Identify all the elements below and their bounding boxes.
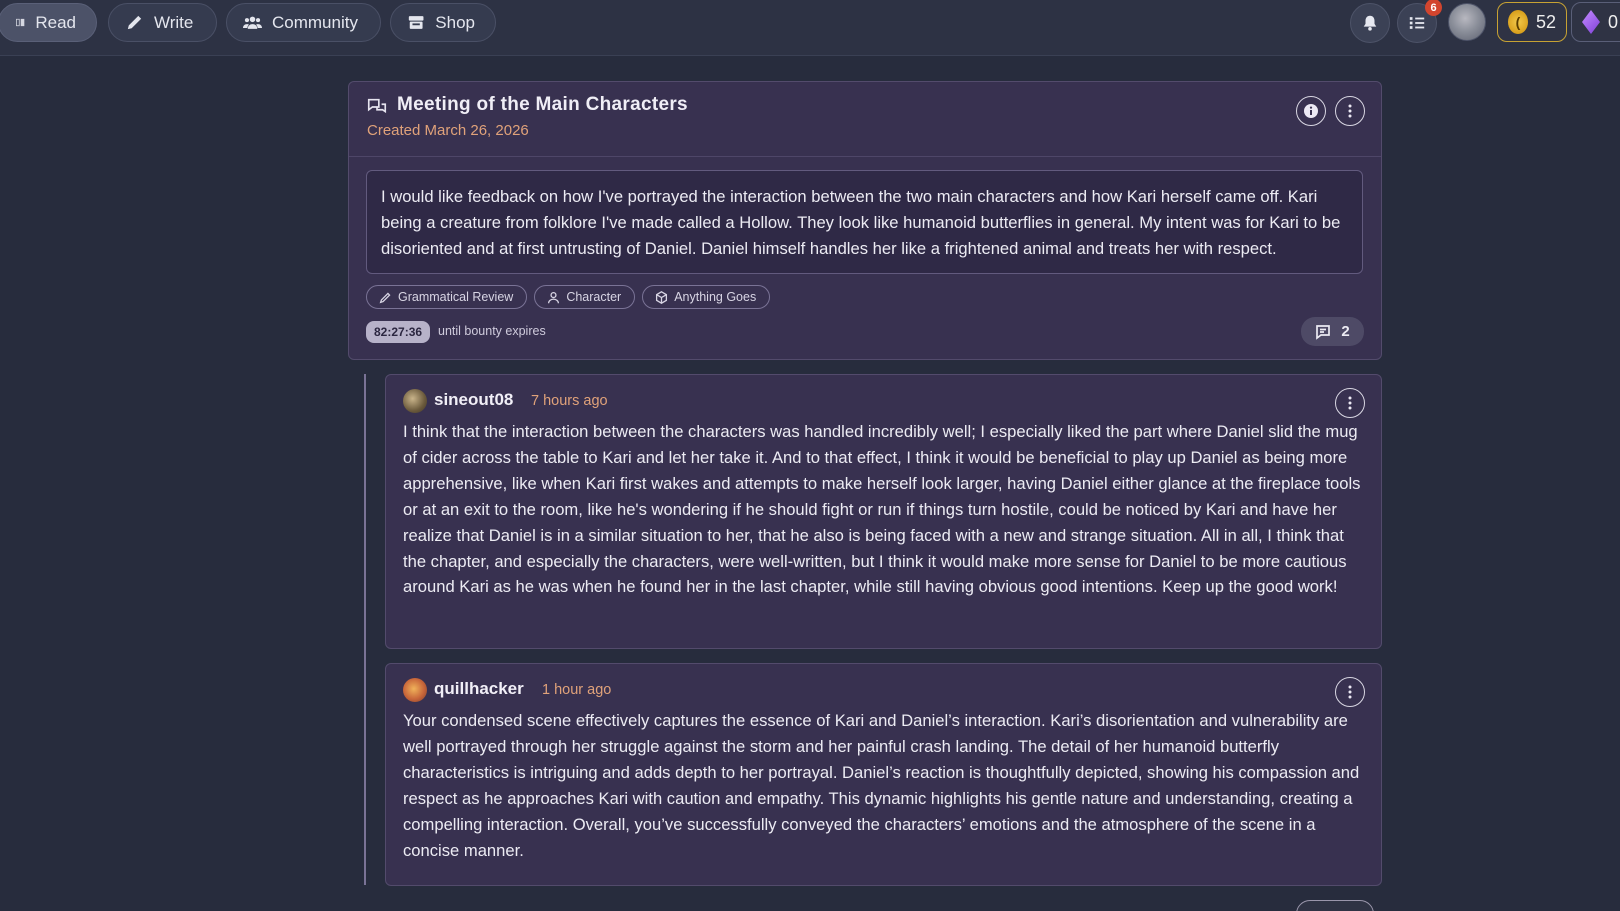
comment-time: 1 hour ago [542,682,612,698]
nav-shop-button[interactable]: Shop [390,3,496,42]
user-avatar[interactable] [1448,3,1486,41]
pencil-icon [127,15,142,30]
nav-shop-label: Shop [435,12,475,32]
comment-count: 2 [1341,323,1350,340]
bounty-timer: 82:27:36 [366,321,431,343]
tag-label: Grammatical Review [398,290,514,304]
gem-icon [1582,10,1600,34]
tasks-button[interactable]: 6 [1397,0,1442,43]
comment-card: quillhacker 1 hour ago Your condensed sc… [385,663,1382,886]
top-navigation: Read Write Community Shop 6 ( 52 0 [0,0,1620,56]
tag-list: Grammatical Review Character Anything Go… [366,285,771,309]
comment-more-button[interactable] [1335,388,1365,418]
thread-header: Meeting of the Main Characters Created M… [349,82,1381,157]
notifications-button[interactable] [1350,3,1390,43]
coin-icon: ( [1508,10,1528,34]
tasks-count-badge: 6 [1425,0,1442,16]
comment-more-button[interactable] [1335,677,1365,707]
thread-description: I would like feedback on how I've portra… [366,170,1363,274]
info-icon [1304,104,1318,118]
comment-card: sineout08 7 hours ago I think that the i… [385,374,1382,649]
tag-label: Anything Goes [674,290,757,304]
person-icon [548,291,560,303]
gem-balance[interactable]: 0 [1571,2,1620,42]
book-icon [16,18,25,27]
bounty-timer-label: until bounty expires [438,324,546,338]
coin-balance[interactable]: ( 52 [1497,2,1567,42]
info-button[interactable] [1296,96,1326,126]
comment-icon [1316,324,1331,340]
nav-community-button[interactable]: Community [226,3,381,42]
comment-author[interactable]: quillhacker [434,679,524,699]
nav-write-button[interactable]: Write [108,3,217,42]
nav-community-label: Community [272,12,358,32]
store-icon [408,16,424,29]
thread-line [364,374,366,885]
nav-read-button[interactable]: Read [0,3,97,42]
pencil-icon [379,292,391,303]
avatar[interactable] [403,678,427,702]
tag-grammatical-review[interactable]: Grammatical Review [366,285,528,309]
thread-card: Meeting of the Main Characters Created M… [348,81,1382,360]
bell-icon [1363,15,1377,31]
coin-count: 52 [1535,11,1556,32]
chat-bubbles-icon [366,96,388,118]
users-icon [243,16,262,29]
vertical-dots-icon [1348,396,1352,410]
cube-icon [656,290,668,304]
avatar[interactable] [403,389,427,413]
checklist-icon [1409,17,1425,29]
nav-write-label: Write [154,12,194,32]
tag-label: Character [566,290,622,304]
thread-created-date: Created March 26, 2026 [367,122,529,139]
tag-character[interactable]: Character [534,285,636,309]
vertical-dots-icon [1348,104,1352,118]
tag-anything-goes[interactable]: Anything Goes [642,285,771,309]
thread-title: Meeting of the Main Characters [397,94,688,115]
comment-author[interactable]: sineout08 [434,390,513,410]
comment-body: I think that the interaction between the… [403,422,1361,597]
comment-count-button[interactable]: 2 [1301,317,1364,346]
comment-body: Your condensed scene effectively capture… [403,711,1360,860]
vertical-dots-icon [1348,685,1352,699]
nav-read-label: Read [35,12,76,32]
thread-more-button[interactable] [1335,96,1365,126]
gem-count: 0 [1608,11,1619,32]
comment-time: 7 hours ago [531,393,608,409]
load-more-button[interactable] [1296,900,1374,911]
